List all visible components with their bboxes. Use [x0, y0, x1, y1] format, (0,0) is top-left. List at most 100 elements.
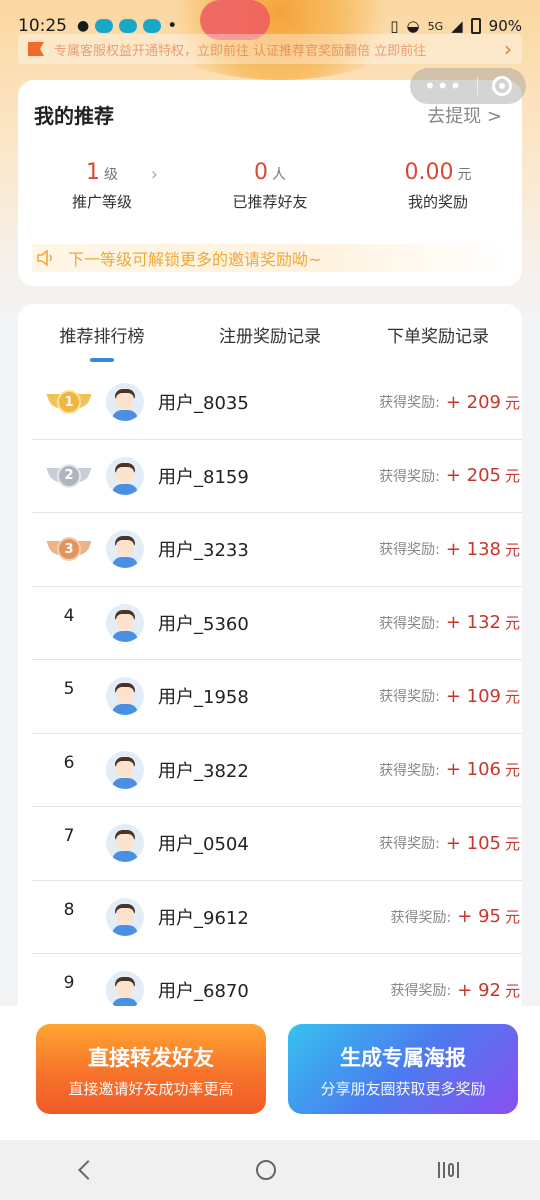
back-icon[interactable]: [77, 1160, 98, 1180]
user-name: 用户_8035: [158, 393, 249, 415]
generate-poster-button[interactable]: 生成专属海报 分享朋友圈获取更多奖励: [288, 1024, 518, 1114]
stat-value: 0.00: [404, 160, 454, 185]
reward-label: 获得奖励:: [379, 395, 440, 412]
home-icon[interactable]: [256, 1160, 277, 1180]
miniprogram-capsule: •••: [410, 68, 526, 104]
reward-unit: 元: [504, 761, 520, 780]
stat-value: 0: [254, 160, 268, 185]
speaker-icon: [37, 249, 52, 267]
user-name: 用户_8159: [158, 466, 249, 488]
reward-amount: 获得奖励: + 132 元: [379, 612, 520, 633]
tab-ranking[interactable]: 推荐排行榜: [18, 322, 186, 366]
notice-text: 专属客服权益开通特权，立即前往 认证推荐官奖励翻倍 立即前往: [54, 43, 427, 59]
avatar: [106, 383, 144, 422]
stat-referred-friends: 0人 已推荐好友: [186, 160, 354, 212]
tab-order-rewards[interactable]: 下单奖励记录: [354, 322, 522, 366]
reward-amount: 获得奖励: + 95 元: [391, 906, 520, 927]
close-miniprogram-icon[interactable]: [491, 76, 512, 96]
tab-register-rewards[interactable]: 注册奖励记录: [186, 322, 354, 366]
system-nav-bar: [0, 1140, 540, 1200]
reward-label: 获得奖励:: [379, 762, 440, 779]
reward-unit: 元: [504, 834, 520, 853]
signal-icon: ◢: [451, 17, 463, 35]
status-notification-icons: ● •: [77, 16, 177, 36]
user-name: 用户_3233: [158, 540, 249, 562]
reward-amount: 获得奖励: + 138 元: [379, 539, 520, 560]
button-title: 直接转发好友: [88, 1046, 214, 1070]
reward-label: 获得奖励:: [390, 909, 452, 926]
wechat-icon: ●: [77, 18, 90, 34]
record-tabs: 推荐排行榜 注册奖励记录 下单奖励记录: [18, 322, 522, 366]
stat-unit: 元: [457, 167, 472, 183]
battery-level: 90%: [488, 17, 522, 35]
reward-label: 获得奖励:: [379, 542, 440, 559]
withdraw-link[interactable]: 去提现 >: [427, 102, 502, 128]
more-options-icon[interactable]: •••: [424, 76, 462, 96]
rank-medal-icon: 3: [46, 535, 92, 563]
network-type: 5G: [427, 19, 444, 33]
avatar: [106, 824, 144, 863]
stat-unit: 级: [104, 167, 118, 183]
status-time: 10:25: [18, 16, 67, 36]
reward-amount: 获得奖励: + 209 元: [379, 392, 520, 413]
rank-number: 7: [63, 826, 75, 847]
app-notification-icon: [95, 19, 114, 33]
recent-apps-icon[interactable]: [438, 1162, 460, 1178]
app-notification-icon: [143, 19, 162, 33]
stat-label: 我的奖励: [407, 193, 468, 211]
leaderboard-list: 1 用户_8035 获得奖励: + 209 元 2 用户_8159 获得奖励:: [32, 366, 522, 1024]
avatar: [106, 530, 144, 569]
leaderboard-row: 5 用户_1958 获得奖励: + 109 元: [32, 660, 522, 734]
reward-label: 获得奖励:: [379, 689, 440, 706]
chevron-right-icon: ›: [150, 164, 158, 185]
flag-icon: [28, 42, 44, 56]
chevron-right-icon: ›: [504, 37, 512, 61]
status-right: ▯ ◒ 5G ◢ 90%: [390, 17, 522, 35]
medal-number: 2: [57, 463, 81, 488]
reward-value: + 109: [445, 685, 501, 707]
level-tip: 下一等级可解锁更多的邀请奖励呦~: [32, 244, 508, 272]
action-bar: 直接转发好友 直接邀请好友成功率更高 生成专属海报 分享朋友圈获取更多奖励: [0, 1006, 540, 1140]
stat-value: 1: [86, 160, 100, 185]
avatar: [106, 897, 144, 936]
user-name: 用户_0504: [158, 834, 249, 856]
rank-cell: 2: [32, 448, 106, 490]
avatar: [106, 603, 144, 642]
button-subtitle: 直接邀请好友成功率更高: [68, 1080, 234, 1098]
reward-label: 获得奖励:: [390, 983, 452, 1000]
reward-amount: 获得奖励: + 109 元: [379, 686, 520, 707]
leaderboard-row: 2 用户_8159 获得奖励: + 205 元: [32, 440, 522, 513]
reward-unit: 元: [504, 467, 520, 486]
app-notification-icon: [119, 19, 138, 33]
rank-cell: 1: [32, 374, 106, 416]
reward-unit: 元: [504, 540, 520, 559]
rank-medal-icon: 1: [46, 388, 92, 416]
user-name: 用户_5360: [158, 613, 249, 635]
referral-stats: 1级 推广等级 › 0人 已推荐好友 0.00 元 我的奖励: [18, 160, 522, 212]
leaderboard-row: 8 用户_9612 获得奖励: + 95 元: [32, 881, 522, 954]
sim-icon: ▯: [390, 17, 399, 35]
rank-number: 9: [63, 973, 75, 994]
reward-value: + 209: [445, 391, 501, 413]
reward-unit: 元: [504, 981, 520, 1000]
leaderboard-card: 推荐排行榜 注册奖励记录 下单奖励记录 1 用户_8035 获得奖励: + 20…: [18, 304, 522, 1024]
reward-value: + 95: [457, 906, 501, 928]
user-name: 用户_3822: [158, 760, 249, 782]
reward-value: + 138: [445, 538, 501, 560]
stat-label: 已推荐好友: [232, 193, 308, 211]
battery-icon: [470, 18, 481, 34]
reward-label: 获得奖励:: [379, 615, 440, 632]
button-subtitle: 分享朋友圈获取更多奖励: [320, 1080, 486, 1098]
share-to-friend-button[interactable]: 直接转发好友 直接邀请好友成功率更高: [36, 1024, 266, 1114]
reward-label: 获得奖励:: [379, 468, 440, 485]
stat-level[interactable]: 1级 推广等级 ›: [18, 160, 186, 212]
notice-banner[interactable]: 专属客服权益开通特权，立即前往 认证推荐官奖励翻倍 立即前往 ›: [18, 34, 522, 64]
reward-value: + 132: [445, 612, 501, 634]
stat-label: 推广等级: [71, 193, 132, 211]
leaderboard-row: 1 用户_8035 获得奖励: + 209 元: [32, 366, 522, 440]
user-name: 用户_6870: [158, 981, 249, 1003]
medal-number: 3: [57, 537, 81, 562]
user-name: 用户_9612: [158, 907, 249, 929]
my-referral-card: 我的推荐 去提现 > 1级 推广等级 › 0人 已推荐好友 0.00 元 我的奖励…: [18, 80, 522, 286]
rank-number: 5: [63, 679, 75, 700]
